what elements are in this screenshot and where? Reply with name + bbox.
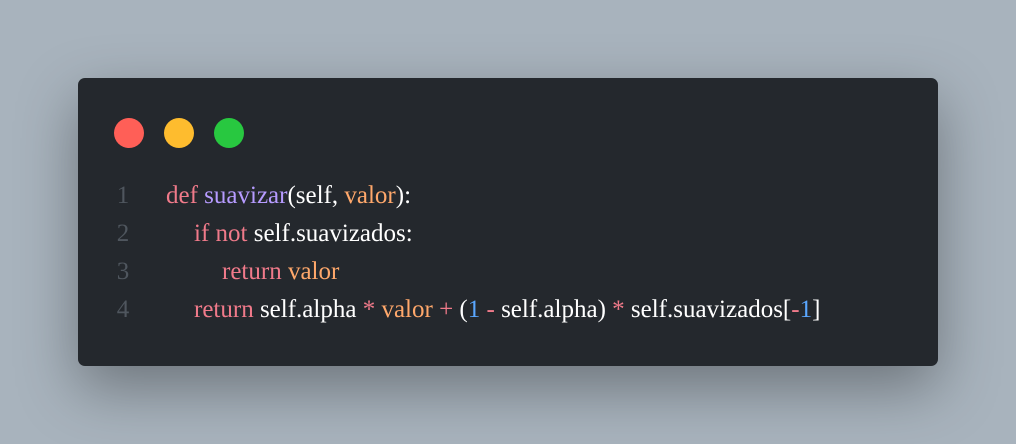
code-line: 2 if not self.suavizados: — [78, 215, 938, 253]
code-token-plain: ] — [812, 296, 821, 323]
code-token-plain: self.alpha) — [501, 296, 613, 323]
zoom-dot-icon[interactable] — [214, 118, 244, 148]
code-token-plain: self.suavizados[ — [630, 296, 792, 323]
code-token-keyword: return — [194, 296, 260, 323]
code-token-param: valor — [344, 182, 396, 209]
code-line: 4 return self.alpha * valor + (1 - self.a… — [78, 291, 938, 329]
code-token-param: valor — [287, 258, 340, 285]
code-token-plain: self.suavizados: — [253, 220, 413, 247]
code-line: 1 def suavizar(self, valor): — [78, 177, 938, 215]
code-token-plain: self.alpha — [259, 296, 363, 323]
code-token-number: 1 — [799, 296, 813, 323]
code-token-keyword: + — [439, 296, 460, 323]
code-token-plain: (self, — [287, 182, 345, 209]
line-number: 3 — [116, 258, 130, 285]
code-token-plain: ): — [395, 182, 412, 209]
line-number: 4 — [116, 296, 130, 323]
code-token-keyword: * — [362, 296, 382, 323]
code-token-keyword: * — [612, 296, 631, 323]
code-text: if not self.suavizados: — [194, 215, 413, 253]
code-token-plain: ( — [459, 296, 468, 323]
code-text: return self.alpha * valor + (1 - self.al… — [194, 291, 820, 329]
code-token-keyword: return — [222, 258, 288, 285]
code-text: return valor — [222, 253, 339, 291]
code-window: 1 def suavizar(self, valor): 2 if not self.… — [78, 78, 938, 366]
screenshot-background: { "window": { "traffic_lights": [ {"name… — [0, 0, 1016, 444]
code-token-keyword: - — [486, 296, 502, 323]
code-block: 1 def suavizar(self, valor): 2 if not self.… — [78, 177, 938, 329]
code-line: 3 return valor — [78, 253, 938, 291]
code-text: def suavizar(self, valor): — [166, 177, 411, 215]
line-number: 2 — [116, 220, 130, 247]
code-token-keyword: def — [166, 182, 205, 209]
minimize-dot-icon[interactable] — [164, 118, 194, 148]
code-token-param: valor — [381, 296, 440, 323]
close-dot-icon[interactable] — [114, 118, 144, 148]
line-number: 1 — [116, 182, 130, 209]
code-token-keyword: - — [791, 296, 800, 323]
code-token-number: 1 — [467, 296, 487, 323]
code-token-function: suavizar — [204, 182, 288, 209]
code-token-keyword: if not — [194, 220, 254, 247]
